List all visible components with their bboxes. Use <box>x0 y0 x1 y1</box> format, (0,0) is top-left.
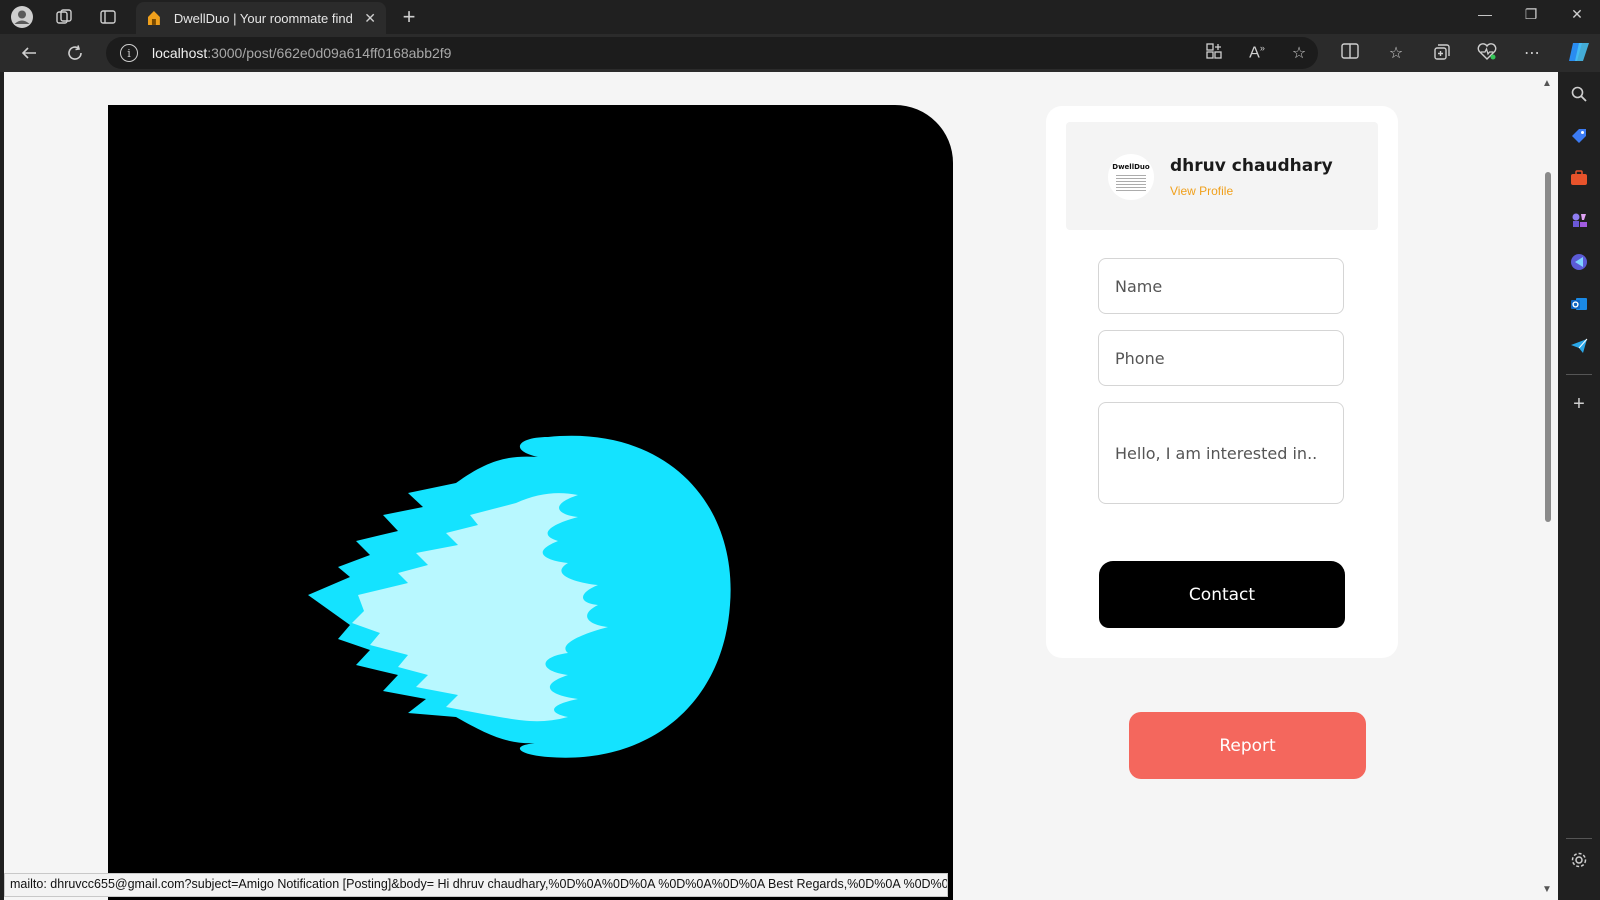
reload-icon[interactable] <box>62 41 88 65</box>
post-image <box>108 105 953 900</box>
phone-input[interactable]: Phone <box>1098 330 1344 386</box>
workspaces-icon[interactable] <box>52 6 76 28</box>
telegram-send-icon[interactable] <box>1567 334 1591 358</box>
copilot-icon[interactable] <box>1567 40 1591 69</box>
blue-flame-image <box>308 435 731 758</box>
profile-avatar-icon[interactable] <box>10 6 34 28</box>
collections-icon[interactable] <box>1430 43 1454 66</box>
browser-essentials-icon[interactable] <box>1475 43 1499 66</box>
view-profile-link[interactable]: View Profile <box>1170 184 1233 198</box>
contact-card: DwellDuo dhruv chaudhary View Profile Na… <box>1046 106 1398 658</box>
sidebar-divider-bottom <box>1566 838 1592 839</box>
scroll-up-icon[interactable]: ▲ <box>1542 78 1552 89</box>
address-bar[interactable]: i localhost:3000/post/662e0d09a614ff0168… <box>106 37 1318 69</box>
outlook-icon[interactable] <box>1567 292 1591 316</box>
games-chess-icon[interactable] <box>1567 208 1591 232</box>
browser-sidebar: + <box>1558 72 1600 900</box>
page-scrollbar[interactable]: ▲ ▼ <box>1538 72 1558 900</box>
url-host: localhost <box>152 45 208 61</box>
contact-button[interactable]: Contact <box>1099 561 1345 628</box>
split-screen-icon[interactable] <box>1338 43 1362 64</box>
tab-close-icon[interactable]: ✕ <box>364 10 376 27</box>
copilot-app-icon[interactable] <box>1567 250 1591 274</box>
sidebar-add-icon[interactable]: + <box>1567 392 1591 416</box>
active-tab[interactable]: DwellDuo | Your roommate finder ✕ <box>136 2 386 34</box>
restore-icon[interactable]: ❐ <box>1516 6 1546 23</box>
avatar-text-lines <box>1116 173 1146 191</box>
page-viewport: DwellDuo dhruv chaudhary View Profile Na… <box>4 72 1538 900</box>
close-window-icon[interactable]: ✕ <box>1562 6 1592 23</box>
avatar[interactable]: DwellDuo <box>1108 154 1154 200</box>
owner-profile: DwellDuo dhruv chaudhary View Profile <box>1066 122 1378 230</box>
favorites-icon[interactable]: ☆ <box>1384 43 1408 63</box>
shopping-tag-icon[interactable] <box>1567 124 1591 148</box>
sidebar-search-icon[interactable] <box>1567 82 1591 106</box>
new-tab-icon[interactable]: + <box>396 4 422 30</box>
url-path: :3000/post/662e0d09a614ff0168abb2f9 <box>207 45 452 61</box>
favorite-star-icon[interactable]: ☆ <box>1288 43 1310 63</box>
tools-briefcase-icon[interactable] <box>1567 166 1591 190</box>
site-favicon-icon <box>147 11 160 25</box>
app-available-icon[interactable] <box>1203 43 1225 64</box>
browser-toolbar: i localhost:3000/post/662e0d09a614ff0168… <box>0 34 1600 72</box>
message-textarea[interactable]: Hello, I am interested in.. <box>1098 402 1344 504</box>
back-icon[interactable] <box>16 41 42 65</box>
site-info-icon[interactable]: i <box>120 44 138 62</box>
name-input[interactable]: Name <box>1098 258 1344 314</box>
owner-name: dhruv chaudhary <box>1170 156 1333 176</box>
tab-title: DwellDuo | Your roommate finder <box>173 10 353 26</box>
report-button[interactable]: Report <box>1129 712 1366 779</box>
sidebar-divider <box>1566 374 1592 375</box>
scroll-down-icon[interactable]: ▼ <box>1542 884 1552 895</box>
scroll-thumb[interactable] <box>1545 172 1551 522</box>
minimize-icon[interactable]: — <box>1470 6 1500 22</box>
read-aloud-icon[interactable]: A» <box>1246 43 1268 62</box>
browser-titlebar: DwellDuo | Your roommate finder ✕ + — ❐ … <box>0 0 1600 34</box>
settings-more-icon[interactable]: ⋯ <box>1520 43 1544 63</box>
sidebar-settings-gear-icon[interactable] <box>1567 848 1591 872</box>
avatar-logo: DwellDuo <box>1112 163 1150 171</box>
link-status-bar: mailto: dhruvcc655@gmail.com?subject=Ami… <box>4 873 948 897</box>
tab-actions-icon[interactable] <box>96 6 120 28</box>
